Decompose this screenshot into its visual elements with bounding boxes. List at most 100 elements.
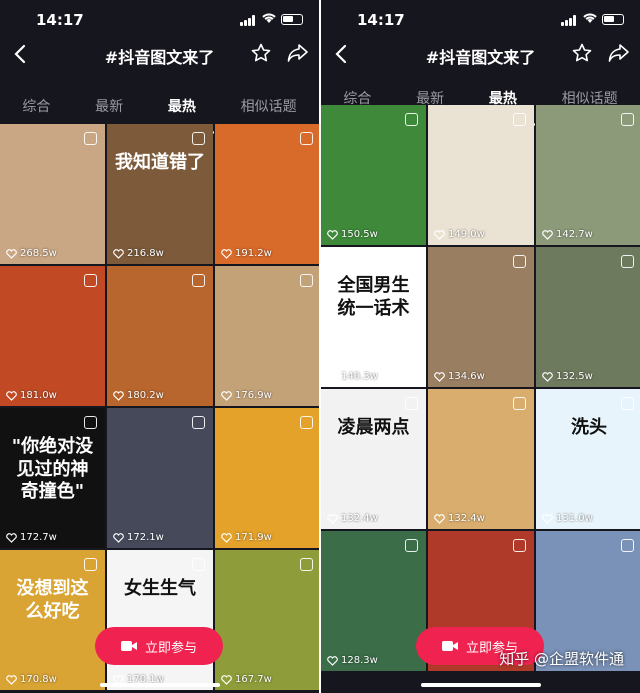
like-count: 140.3w bbox=[327, 371, 378, 382]
multi-image-icon bbox=[405, 255, 418, 268]
like-count: 172.1w bbox=[113, 532, 164, 543]
heart-icon bbox=[327, 513, 338, 524]
multi-image-icon bbox=[513, 539, 526, 552]
post-card[interactable]: 171.9w bbox=[215, 408, 319, 548]
multi-image-icon bbox=[405, 539, 418, 552]
multi-image-icon bbox=[84, 274, 97, 287]
post-caption: 我知道错了 bbox=[115, 152, 205, 173]
wifi-icon bbox=[262, 13, 276, 23]
like-count-value: 172.1w bbox=[127, 532, 164, 543]
like-count: 150.5w bbox=[327, 229, 378, 240]
star-icon[interactable] bbox=[572, 43, 592, 63]
like-count-value: 132.4w bbox=[448, 513, 485, 524]
post-card[interactable]: 268.5w bbox=[0, 124, 105, 264]
like-count-value: 172.7w bbox=[20, 532, 57, 543]
multi-image-icon bbox=[192, 416, 205, 429]
like-count: 128.3w bbox=[327, 655, 378, 666]
multi-image-icon bbox=[300, 132, 313, 145]
signal-icon bbox=[561, 15, 578, 26]
like-count-value: 170.8w bbox=[20, 674, 57, 685]
like-count-value: 176.9w bbox=[235, 390, 272, 401]
post-card[interactable]: 180.2w bbox=[107, 266, 213, 406]
phone-screen-right: 14:17 #抖音图文来了 综合 最新 最热 相似话题 150.5w 149.0w… bbox=[321, 0, 640, 693]
post-card[interactable]: 凌晨两点 132.4w bbox=[321, 389, 426, 529]
post-card[interactable]: 176.9w bbox=[215, 266, 319, 406]
heart-icon bbox=[221, 532, 232, 543]
multi-image-icon bbox=[405, 113, 418, 126]
tab-latest[interactable]: 最新 bbox=[91, 96, 127, 126]
status-time: 14:17 bbox=[357, 11, 405, 29]
tab-hottest[interactable]: 最热 bbox=[149, 96, 214, 134]
multi-image-icon bbox=[84, 132, 97, 145]
camera-icon bbox=[441, 641, 458, 651]
multi-image-icon bbox=[621, 255, 634, 268]
join-button[interactable]: 立即参与 bbox=[95, 627, 223, 665]
heart-icon bbox=[542, 513, 553, 524]
post-card[interactable]: 150.5w bbox=[321, 105, 426, 245]
like-count: 142.7w bbox=[542, 229, 593, 240]
heart-icon bbox=[327, 229, 338, 240]
post-card[interactable]: 172.1w bbox=[107, 408, 213, 548]
post-card[interactable]: 181.0w bbox=[0, 266, 105, 406]
heart-icon bbox=[6, 674, 17, 685]
like-count-value: 216.8w bbox=[127, 248, 164, 259]
like-count-value: 131.0w bbox=[556, 513, 593, 524]
like-count: 216.8w bbox=[113, 248, 164, 259]
post-grid: 150.5w 149.0w 142.7w 全国男生统一话术 140.3w 134.6w 13… bbox=[321, 105, 640, 671]
status-bar: 14:17 bbox=[321, 0, 640, 40]
post-card[interactable]: 142.7w bbox=[536, 105, 640, 245]
like-count-value: 191.2w bbox=[235, 248, 272, 259]
post-card[interactable]: 128.3w bbox=[321, 531, 426, 671]
home-indicator bbox=[100, 683, 220, 687]
like-count-value: 132.4w bbox=[341, 513, 378, 524]
heart-icon bbox=[221, 390, 232, 401]
tab-similar-topics[interactable]: 相似话题 bbox=[237, 96, 301, 126]
post-card[interactable]: 洗头 131.0w bbox=[536, 389, 640, 529]
like-count-value: 134.6w bbox=[448, 371, 485, 382]
battery-icon bbox=[281, 14, 303, 25]
like-count-value: 140.3w bbox=[341, 371, 378, 382]
like-count: 180.2w bbox=[113, 390, 164, 401]
multi-image-icon bbox=[621, 113, 634, 126]
like-count: 132.5w bbox=[542, 371, 593, 382]
like-count: 176.9w bbox=[221, 390, 272, 401]
like-count-value: 268.5w bbox=[20, 248, 57, 259]
like-count-value: 150.5w bbox=[341, 229, 378, 240]
like-count-value: 149.0w bbox=[448, 229, 485, 240]
status-bar: 14:17 bbox=[0, 0, 319, 40]
post-card[interactable]: 134.6w bbox=[428, 247, 534, 387]
home-indicator bbox=[421, 683, 541, 687]
share-icon[interactable] bbox=[608, 43, 630, 63]
heart-icon bbox=[221, 674, 232, 685]
heart-icon bbox=[542, 229, 553, 240]
post-card[interactable]: 我知道错了 216.8w bbox=[107, 124, 213, 264]
post-card[interactable]: 149.0w bbox=[428, 105, 534, 245]
post-caption: 没想到这么好吃 bbox=[16, 578, 89, 622]
like-count: 134.6w bbox=[434, 371, 485, 382]
multi-image-icon bbox=[300, 558, 313, 571]
tab-comprehensive[interactable]: 综合 bbox=[18, 96, 54, 126]
star-icon[interactable] bbox=[251, 43, 271, 63]
multi-image-icon bbox=[300, 416, 313, 429]
post-card[interactable]: 132.4w bbox=[428, 389, 534, 529]
tab-bar: 综合 最新 最热 相似话题 bbox=[0, 96, 319, 134]
post-card[interactable]: "你绝对没见过的神奇撞色" 172.7w bbox=[0, 408, 105, 548]
post-card[interactable]: 没想到这么好吃 170.8w bbox=[0, 550, 105, 690]
multi-image-icon bbox=[513, 113, 526, 126]
camera-icon bbox=[120, 641, 137, 651]
post-caption: 女生生气 bbox=[124, 578, 196, 599]
post-caption: 全国男生统一话术 bbox=[337, 275, 410, 319]
multi-image-icon bbox=[192, 558, 205, 571]
share-icon[interactable] bbox=[287, 43, 309, 63]
heart-icon bbox=[113, 390, 124, 401]
page-title: #抖音图文来了 bbox=[425, 48, 536, 67]
post-card[interactable]: 191.2w bbox=[215, 124, 319, 264]
post-card[interactable]: 全国男生统一话术 140.3w bbox=[321, 247, 426, 387]
like-count-value: 181.0w bbox=[20, 390, 57, 401]
heart-icon bbox=[327, 371, 338, 382]
post-card[interactable]: 女生生气 170.1w bbox=[107, 550, 213, 690]
post-card[interactable]: 167.7w bbox=[215, 550, 319, 690]
watermark: 知乎 @企盟软件通 bbox=[499, 650, 624, 668]
heart-icon bbox=[221, 248, 232, 259]
post-card[interactable]: 132.5w bbox=[536, 247, 640, 387]
